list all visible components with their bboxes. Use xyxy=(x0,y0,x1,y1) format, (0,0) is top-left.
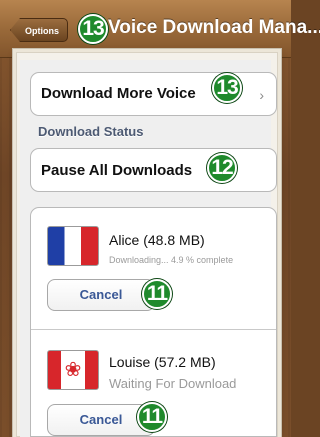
france-flag-icon xyxy=(47,226,99,266)
download-name: Louise (57.2 MB) xyxy=(109,354,216,370)
options-back-button[interactable]: Options xyxy=(10,18,68,42)
navigation-bar: Options Voice Download Mana... xyxy=(0,0,320,58)
canada-flag-icon: ❀ xyxy=(47,350,99,390)
cancel-button[interactable]: Cancel xyxy=(47,279,155,311)
download-name: Alice (48.8 MB) xyxy=(109,232,205,248)
annotation-badge: 11 xyxy=(142,279,172,309)
page-title: Voice Download Mana... xyxy=(108,17,320,38)
annotation-badge: 12 xyxy=(207,153,237,183)
divider xyxy=(31,329,276,330)
annotation-badge: 13 xyxy=(212,73,242,103)
download-status: Downloading... 4.9 % complete xyxy=(109,255,234,265)
download-more-voice-label: Download More Voice xyxy=(41,85,196,102)
pause-all-downloads-cell[interactable]: Pause All Downloads xyxy=(30,148,277,192)
pause-all-downloads-label: Pause All Downloads xyxy=(41,162,193,179)
annotation-badge: 13 xyxy=(78,14,108,44)
download-status: Waiting For Download xyxy=(109,376,237,391)
annotation-badge: 11 xyxy=(137,402,167,432)
download-status-header: Download Status xyxy=(38,124,144,139)
maple-leaf-icon: ❀ xyxy=(64,359,82,381)
chevron-right-icon: › xyxy=(259,87,264,103)
